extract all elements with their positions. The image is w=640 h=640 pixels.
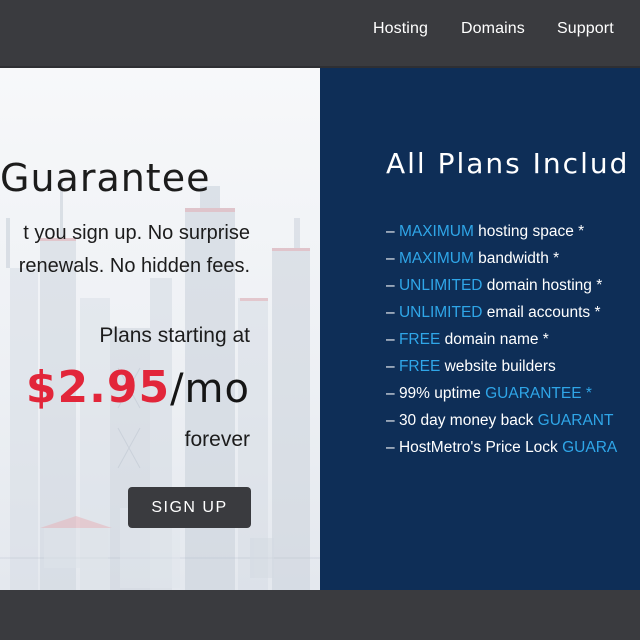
top-nav-bar: Hosting Domains Support <box>0 0 640 68</box>
sign-up-button[interactable]: SIGN UP <box>128 487 251 528</box>
feature-item: – FREE website builders <box>386 358 556 375</box>
feature-item: – 30 day money back GUARANT <box>386 412 614 429</box>
guarantee-text-line-2: renewals. No hidden fees. <box>18 255 250 277</box>
guarantee-text-line-1: t you sign up. No surprise <box>23 222 250 244</box>
price-amount: $2.95 <box>25 362 171 413</box>
feature-item: – FREE domain name * <box>386 331 549 348</box>
feature-item: – UNLIMITED domain hosting * <box>386 277 603 294</box>
nav-domains-link[interactable]: Domains <box>461 20 525 38</box>
price-display: $2.95/mo <box>26 362 250 413</box>
price-period: /mo <box>170 366 250 412</box>
nav-hosting-link[interactable]: Hosting <box>373 20 428 38</box>
hero-guarantee-panel: Guarantee t you sign up. No surprise ren… <box>0 68 320 590</box>
feature-item: – UNLIMITED email accounts * <box>386 304 601 321</box>
price-forever-label: forever <box>184 428 250 451</box>
guarantee-heading: Guarantee <box>0 156 211 200</box>
feature-item: – HostMetro's Price Lock GUARA <box>386 439 618 456</box>
plans-features-panel: All Plans Includ – MAXIMUM hosting space… <box>320 68 640 590</box>
feature-item: – MAXIMUM bandwidth * <box>386 250 560 267</box>
bottom-bar <box>0 590 640 640</box>
feature-item: – 99% uptime GUARANTEE * <box>386 385 592 402</box>
plans-title: All Plans Includ <box>386 147 630 180</box>
plans-starting-label: Plans starting at <box>99 324 250 347</box>
nav-support-link[interactable]: Support <box>557 20 614 38</box>
feature-list: – MAXIMUM hosting space * – MAXIMUM band… <box>386 218 617 461</box>
feature-item: – MAXIMUM hosting space * <box>386 223 585 240</box>
